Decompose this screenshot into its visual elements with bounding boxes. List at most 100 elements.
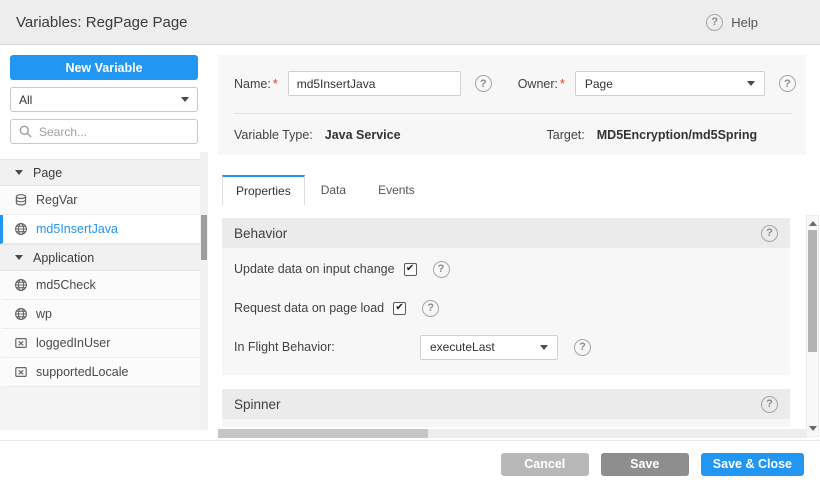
variable-filter-select[interactable]: All bbox=[10, 87, 198, 112]
field-label: In Flight Behavior: bbox=[234, 340, 420, 354]
section-help-icon[interactable]: ? bbox=[761, 396, 778, 413]
dropdown-caret-icon bbox=[181, 97, 189, 102]
help-label: Help bbox=[731, 15, 758, 30]
owner-label: Owner: bbox=[518, 77, 558, 91]
name-owner-row: Name: * ? Owner: * Page ? bbox=[234, 71, 792, 96]
static-variable-icon bbox=[14, 365, 28, 379]
type-target-row: Variable Type: Java Service Target: MD5E… bbox=[234, 128, 757, 142]
section-spinner: Spinner?Spinner Context:Search Widgets? bbox=[222, 389, 790, 427]
variable-type-value: Java Service bbox=[325, 128, 401, 142]
dropdown-caret-icon bbox=[747, 81, 755, 86]
java-service-variable-icon bbox=[14, 222, 28, 236]
variable-name: md5InsertJava bbox=[36, 222, 118, 236]
field-label: Update data on input change bbox=[234, 262, 395, 276]
target-value: MD5Encryption/md5Spring bbox=[597, 128, 757, 142]
new-variable-button[interactable]: New Variable bbox=[10, 55, 198, 80]
group-label: Page bbox=[33, 166, 62, 180]
scroll-down-icon[interactable] bbox=[809, 426, 817, 431]
variable-name: loggedInUser bbox=[36, 336, 110, 350]
collapse-arrow-icon bbox=[15, 170, 23, 175]
footer-action-bar: Cancel Save Save & Close bbox=[0, 440, 820, 487]
vertical-scrollbar[interactable] bbox=[806, 215, 819, 437]
owner-help-icon[interactable]: ? bbox=[779, 75, 796, 92]
variable-list-item-supportedlocale[interactable]: supportedLocale bbox=[0, 358, 208, 387]
properties-content: Behavior?Update data on input change✔?Re… bbox=[222, 215, 790, 427]
horizontal-scroll-thumb[interactable] bbox=[218, 429, 428, 438]
required-asterisk: * bbox=[273, 77, 278, 91]
select[interactable]: executeLast bbox=[420, 335, 558, 360]
variable-list-item-wp[interactable]: wp bbox=[0, 300, 208, 329]
static-variable-icon bbox=[14, 336, 28, 350]
select-value: executeLast bbox=[430, 340, 495, 354]
dropdown-caret-icon bbox=[540, 345, 548, 350]
owner-field: Owner: * Page bbox=[518, 71, 765, 96]
target-label: Target: bbox=[547, 128, 585, 142]
java-service-variable-icon bbox=[14, 278, 28, 292]
variable-list: Page RegVar md5InsertJava Application md5Che… bbox=[0, 159, 208, 387]
help-icon: ? bbox=[706, 14, 723, 31]
field-help-icon[interactable]: ? bbox=[422, 300, 439, 317]
variable-list-item-regvar[interactable]: RegVar bbox=[0, 186, 208, 215]
tab-bar: PropertiesDataEvents bbox=[218, 175, 431, 205]
field-help-icon[interactable]: ? bbox=[433, 261, 450, 278]
section-header: Spinner? bbox=[222, 389, 790, 419]
variable-name: wp bbox=[36, 307, 52, 321]
field-request-data-on-page-load: Request data on page load ✔? bbox=[234, 295, 778, 321]
section-body: Spinner Context:Search Widgets? bbox=[222, 419, 790, 427]
variable-list-item-md5check[interactable]: md5Check bbox=[0, 271, 208, 300]
sidebar-controls: New Variable All bbox=[0, 45, 208, 151]
search-box[interactable] bbox=[10, 119, 198, 144]
variable-group-header-application[interactable]: Application bbox=[0, 244, 208, 271]
checkbox[interactable]: ✔ bbox=[404, 263, 417, 276]
section-title: Spinner bbox=[234, 397, 281, 412]
section-body: Update data on input change✔?Request dat… bbox=[222, 248, 790, 375]
collapse-arrow-icon bbox=[15, 255, 23, 260]
variable-name: supportedLocale bbox=[36, 365, 128, 379]
scroll-up-icon[interactable] bbox=[809, 221, 817, 226]
java-service-variable-icon bbox=[14, 307, 28, 321]
name-input[interactable] bbox=[288, 71, 461, 96]
sidebar-filler bbox=[0, 387, 208, 430]
tab-data[interactable]: Data bbox=[305, 175, 362, 205]
name-help-icon[interactable]: ? bbox=[475, 75, 492, 92]
variable-list-item-loggedinuser[interactable]: loggedInUser bbox=[0, 329, 208, 358]
section-help-icon[interactable]: ? bbox=[761, 225, 778, 242]
title-bar: Variables: RegPage Page ? Help bbox=[0, 0, 820, 45]
section-header: Behavior? bbox=[222, 218, 790, 248]
save-close-button[interactable]: Save & Close bbox=[701, 453, 804, 476]
vertical-scroll-thumb[interactable] bbox=[808, 230, 817, 352]
section-behavior: Behavior?Update data on input change✔?Re… bbox=[222, 218, 790, 375]
section-title: Behavior bbox=[234, 226, 287, 241]
sidebar-scrollbar[interactable] bbox=[200, 152, 208, 430]
owner-select[interactable]: Page bbox=[575, 71, 765, 96]
name-label: Name: bbox=[234, 77, 271, 91]
checkbox[interactable]: ✔ bbox=[393, 302, 406, 315]
variable-name: md5Check bbox=[36, 278, 96, 292]
search-input[interactable] bbox=[39, 125, 189, 139]
help-button[interactable]: ? Help bbox=[706, 14, 758, 31]
variable-type-label: Variable Type: bbox=[234, 128, 313, 142]
field-help-icon[interactable]: ? bbox=[574, 339, 591, 356]
field-in-flight-behavior: In Flight Behavior: executeLast? bbox=[234, 334, 778, 360]
owner-selected-value: Page bbox=[585, 77, 613, 91]
tab-events[interactable]: Events bbox=[362, 175, 431, 205]
page-title: Variables: RegPage Page bbox=[16, 14, 188, 31]
variables-sidebar: New Variable All Page RegVar md5InsertJava… bbox=[0, 45, 208, 430]
variable-name: RegVar bbox=[36, 193, 77, 207]
search-icon bbox=[19, 125, 32, 138]
variable-list-item-md5insertjava[interactable]: md5InsertJava bbox=[0, 215, 208, 244]
field-update-data-on-input-change: Update data on input change ✔? bbox=[234, 256, 778, 282]
group-label: Application bbox=[33, 251, 94, 265]
filter-selected-value: All bbox=[19, 93, 181, 107]
variable-detail-panel: Name: * ? Owner: * Page ? Variable Type:… bbox=[218, 45, 820, 430]
save-button[interactable]: Save bbox=[601, 453, 689, 476]
variable-group-header-page[interactable]: Page bbox=[0, 159, 208, 186]
field-label: Request data on page load bbox=[234, 301, 384, 315]
cancel-button[interactable]: Cancel bbox=[501, 453, 589, 476]
tab-properties[interactable]: Properties bbox=[222, 175, 305, 205]
service-variable-icon bbox=[14, 193, 28, 207]
card-divider bbox=[234, 113, 792, 114]
sidebar-scroll-thumb[interactable] bbox=[201, 215, 207, 260]
horizontal-scrollbar[interactable] bbox=[218, 429, 806, 438]
required-asterisk: * bbox=[560, 77, 565, 91]
